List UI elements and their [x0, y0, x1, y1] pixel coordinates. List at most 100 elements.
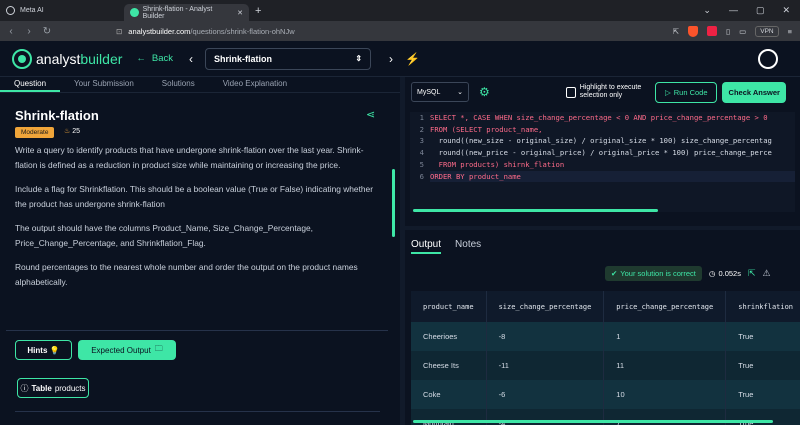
brave-rewards-icon[interactable] — [707, 26, 717, 36]
bug-icon[interactable]: ⚠ — [763, 268, 771, 279]
expected-output-button[interactable]: Expected Output 🗀 — [78, 340, 176, 360]
execution-time: ◷ 0.052s — [708, 269, 741, 278]
logo[interactable]: analystbuilder — [12, 48, 122, 69]
table-cell: Coke — [411, 380, 487, 409]
table-row: Cheerioes -8 1 True — [411, 322, 800, 351]
vertical-splitter[interactable] — [405, 226, 800, 230]
reload-icon[interactable]: ↻ — [40, 26, 54, 37]
divider — [6, 330, 388, 331]
table-cell: Cheerioes — [411, 322, 487, 351]
tab-output[interactable]: Output — [411, 239, 442, 254]
arrow-left-icon: ← — [136, 53, 146, 64]
tab-video-explanation[interactable]: Video Explanation — [209, 77, 301, 92]
code-content[interactable]: SELECT *, CASE WHEN size_change_percenta… — [430, 112, 795, 183]
table-row: Cheese Its -11 11 True — [411, 351, 800, 380]
code-line: ORDER BY product_name — [430, 170, 795, 183]
new-tab-button[interactable]: + — [255, 5, 261, 17]
sidebar-toggle-icon[interactable]: ▯ — [726, 27, 730, 36]
maximize-icon[interactable]: ▢ — [756, 5, 765, 16]
url-field[interactable]: ⊡ analystbuilder.com/questions/shrink-fl… — [116, 27, 295, 36]
question-tabs: Question Your Submission Solutions Video… — [0, 77, 400, 93]
forward-arrow-icon[interactable]: › — [22, 26, 36, 37]
table-row: Coke -6 10 True — [411, 380, 800, 409]
output-tabs: Output Notes — [411, 239, 481, 254]
page-title: Shrink-flation — [15, 108, 99, 123]
table-cell: True — [725, 351, 800, 380]
notification-icon[interactable]: ⚡ — [405, 52, 420, 66]
logo-icon — [12, 48, 32, 69]
check-answer-button[interactable]: Check Answer — [722, 81, 787, 103]
code-editor[interactable]: 123456 SELECT *, CASE WHEN size_change_p… — [410, 112, 795, 212]
description-paragraph: Round percentages to the nearest whole n… — [15, 262, 358, 287]
address-bar: ‹ › ↻ ⊡ analystbuilder.com/questions/shr… — [0, 21, 800, 41]
info-icon: ⓘ — [20, 383, 29, 393]
highlight-icon — [565, 86, 576, 98]
check-icon: ✔ — [611, 269, 618, 278]
table-cell: True — [725, 380, 800, 409]
question-description: Write a query to identify products that … — [15, 143, 380, 299]
next-question-button[interactable]: › — [389, 52, 393, 66]
code-line: SELECT *, CASE WHEN size_change_percenta… — [430, 113, 768, 122]
clock-icon: ◷ — [708, 269, 716, 278]
folder-icon: 🗀 — [154, 344, 163, 353]
previous-question-button[interactable]: ‹ — [189, 52, 193, 66]
lightbulb-icon: 💡 — [49, 345, 60, 355]
app-header: analystbuilder ← Back ‹ Shrink-flation ⇕… — [0, 41, 800, 77]
column-header: product_name — [411, 291, 487, 322]
description-scrollbar[interactable] — [392, 169, 395, 237]
editor-toolbar: MySQL ⌄ ⚙ Highlight to execute selection … — [405, 77, 800, 107]
code-line: round((new_size - original_size) / origi… — [430, 136, 772, 146]
share-page-icon[interactable]: ⇱ — [673, 27, 679, 36]
code-line: FROM products) shirnk_flation — [430, 159, 565, 169]
share-icon[interactable]: ⋖ — [366, 108, 375, 121]
back-link[interactable]: ← Back — [136, 53, 173, 64]
tab-your-submission[interactable]: Your Submission — [60, 77, 148, 92]
column-header: size_change_percentage — [486, 291, 605, 322]
dialect-select[interactable]: MySQL ⌄ — [411, 82, 469, 102]
gear-icon[interactable]: ⚙ — [479, 85, 490, 99]
browser-tab-meta[interactable]: Meta AI — [0, 2, 124, 19]
question-select[interactable]: Shrink-flation ⇕ — [205, 47, 372, 70]
table-cell: 1 — [603, 322, 727, 351]
play-icon: ▷ — [664, 87, 671, 97]
hints-button[interactable]: Hints 💡 — [15, 340, 72, 360]
tab-notes[interactable]: Notes — [455, 239, 481, 254]
status-badge: ✔ Your solution is correct — [605, 266, 702, 281]
table-cell: -11 — [486, 351, 605, 380]
table-cell: 10 — [603, 380, 727, 409]
back-arrow-icon[interactable]: ‹ — [4, 26, 18, 37]
results-scrollbar[interactable] — [413, 420, 773, 423]
chevron-updown-icon: ⇕ — [355, 54, 363, 63]
bookmark-icon[interactable]: ⊡ — [116, 27, 122, 36]
results-table: product_name size_change_percentage pric… — [411, 291, 800, 425]
description-paragraph: The output should have the columns Produ… — [15, 223, 313, 248]
tab-search-icon[interactable]: ⌄ — [703, 5, 711, 16]
open-external-icon[interactable]: ⇱ — [748, 268, 756, 279]
table-cell: Cheese Its — [411, 351, 487, 380]
flame-icon: ♨ — [64, 128, 71, 135]
tab-solutions[interactable]: Solutions — [148, 77, 209, 92]
close-tab-icon[interactable]: ✕ — [237, 9, 243, 17]
line-numbers: 123456 — [419, 113, 424, 181]
wallet-icon[interactable]: ▭ — [739, 27, 746, 36]
description-paragraph: Write a query to identify products that … — [15, 145, 364, 170]
editor-pane: MySQL ⌄ ⚙ Highlight to execute selection … — [405, 77, 800, 425]
favicon-icon — [130, 8, 139, 17]
result-status: ✔ Your solution is correct ◷ 0.052s ⇱ ⚠ — [605, 266, 771, 281]
menu-icon[interactable]: ≡ — [788, 27, 792, 36]
vpn-button[interactable]: VPN — [755, 25, 779, 37]
description-paragraph: Include a flag for Shrinkflation. This s… — [15, 184, 374, 209]
tab-question[interactable]: Question — [0, 77, 61, 92]
code-line: FROM (SELECT product_name, — [430, 124, 543, 134]
brave-shield-icon[interactable] — [688, 25, 698, 37]
run-code-button[interactable]: ▷ Run Code — [655, 81, 718, 103]
highlight-toggle[interactable]: Highlight to execute selection only — [565, 84, 641, 100]
avatar[interactable] — [758, 48, 778, 69]
browser-tab-active[interactable]: Shrink-flation - Analyst Builder ✕ — [124, 4, 249, 21]
minimize-icon[interactable]: — — [729, 5, 738, 16]
table-cell: True — [725, 322, 800, 351]
column-header: shrinkflation — [725, 291, 800, 322]
close-window-icon[interactable]: ✕ — [782, 5, 790, 16]
table-products-button[interactable]: ⓘ Table products — [17, 378, 89, 398]
editor-scrollbar[interactable] — [413, 209, 658, 212]
